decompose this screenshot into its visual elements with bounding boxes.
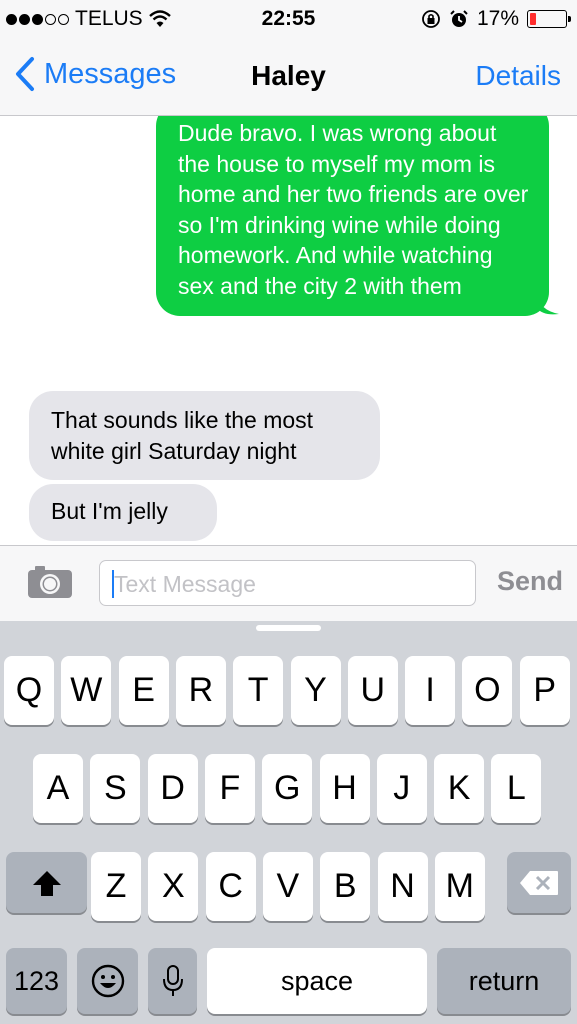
shift-icon [32, 870, 61, 896]
key-u[interactable]: U [347, 656, 398, 725]
navigation-bar: Messages Haley Details [0, 38, 577, 116]
details-button[interactable]: Details [475, 60, 561, 92]
microphone-icon [162, 965, 183, 996]
key-x[interactable]: X [148, 852, 199, 921]
emoji-icon [91, 964, 124, 998]
space-key[interactable]: space [207, 948, 427, 1014]
key-p[interactable]: P [519, 656, 570, 725]
shift-key[interactable] [6, 852, 87, 913]
key-a[interactable]: A [33, 754, 83, 823]
conversation-area[interactable]: Dude bravo. I was wrong about the house … [0, 116, 577, 545]
key-d[interactable]: D [147, 754, 198, 823]
key-y[interactable]: Y [290, 656, 341, 725]
key-b[interactable]: B [320, 852, 371, 921]
message-text: Dude bravo. I was wrong about the house … [178, 120, 529, 299]
message-input[interactable]: Text Message [99, 560, 476, 606]
key-m[interactable]: M [434, 852, 485, 921]
key-j[interactable]: J [376, 754, 427, 823]
bubble-tail [537, 293, 559, 314]
key-g[interactable]: G [262, 754, 313, 823]
key-w[interactable]: W [61, 656, 112, 725]
camera-icon[interactable] [27, 564, 73, 600]
alarm-icon [450, 10, 468, 27]
key-t[interactable]: T [233, 656, 284, 725]
status-right: 17% [421, 7, 571, 31]
orientation-lock-icon [422, 10, 440, 28]
message-text: That sounds like the most white girl Sat… [51, 407, 314, 464]
message-text: But I'm jelly [51, 498, 168, 524]
key-n[interactable]: N [377, 852, 428, 921]
status-bar: TELUS 22:55 17% [0, 0, 577, 38]
message-input-placeholder: Text Message [114, 571, 256, 597]
keyboard: 123 space return QWERTYUIOP ASDFGHJKL ZXCV… [0, 621, 577, 1024]
key-l[interactable]: L [491, 754, 542, 823]
sent-message-bubble[interactable]: Dude bravo. I was wrong about the house … [156, 116, 559, 316]
key-o[interactable]: O [462, 656, 513, 725]
key-r[interactable]: R [175, 656, 226, 725]
key-z[interactable]: Z [91, 852, 141, 921]
key-k[interactable]: K [434, 754, 485, 823]
keyboard-grabber[interactable] [256, 625, 321, 631]
key-i[interactable]: I [405, 656, 456, 725]
battery-icon [527, 10, 571, 28]
key-s[interactable]: S [90, 754, 141, 823]
received-message-bubble[interactable]: That sounds like the most white girl Sat… [29, 391, 380, 481]
key-h[interactable]: H [319, 754, 370, 823]
message-input-bar: Text Message Send [0, 545, 577, 621]
key-e[interactable]: E [118, 656, 169, 725]
key-c[interactable]: C [205, 852, 256, 921]
backspace-icon [520, 870, 558, 895]
text-cursor [112, 570, 114, 598]
dictation-key[interactable] [148, 948, 197, 1014]
key-f[interactable]: F [204, 754, 255, 823]
key-v[interactable]: V [262, 852, 313, 921]
backspace-key[interactable] [507, 852, 571, 913]
received-message-bubble[interactable]: But I'm jelly [29, 484, 217, 541]
emoji-key[interactable] [77, 948, 138, 1014]
send-button[interactable]: Send [497, 566, 563, 597]
key-q[interactable]: Q [4, 656, 54, 725]
battery-percent: 17% [476, 7, 519, 30]
numbers-key[interactable]: 123 [6, 948, 67, 1014]
return-key[interactable]: return [437, 948, 571, 1014]
